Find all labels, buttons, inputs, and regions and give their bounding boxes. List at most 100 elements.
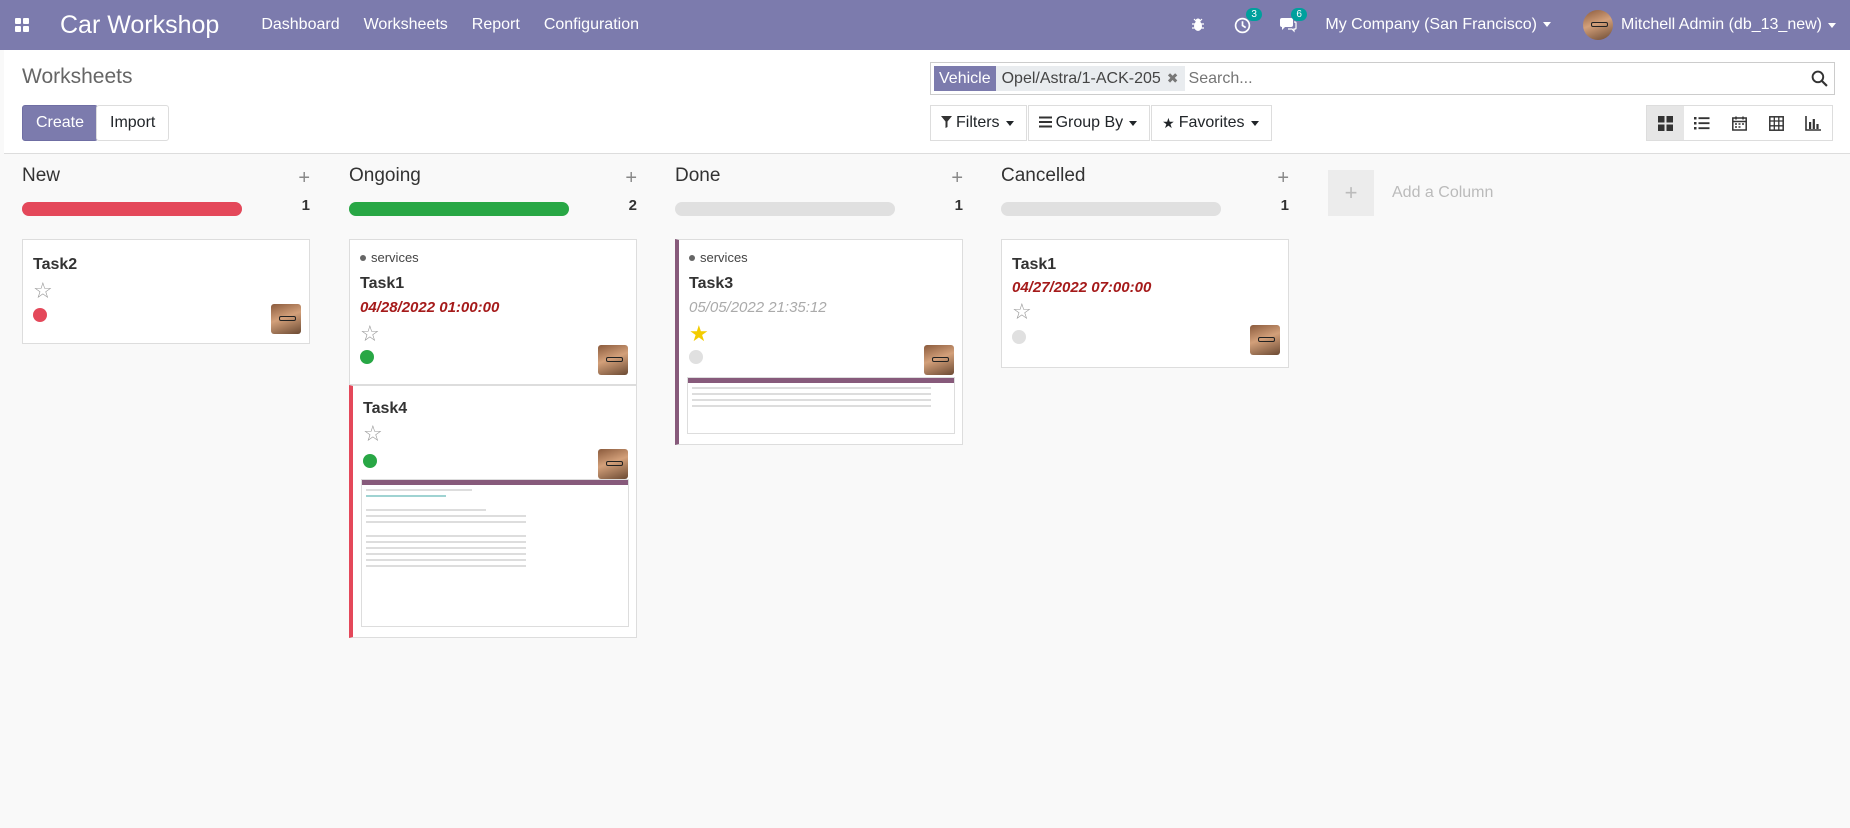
column-progress-bar[interactable] [22, 202, 242, 216]
add-column: + Add a Column [1328, 170, 1493, 216]
kanban-card[interactable]: Task2 ☆ [22, 239, 310, 344]
bug-icon[interactable] [1190, 17, 1206, 33]
kanban-state-icon[interactable] [1012, 330, 1026, 344]
kanban-state-icon[interactable] [363, 454, 377, 468]
search-facet: Vehicle Opel/Astra/1-ACK-205 ✖ [934, 66, 1185, 91]
column-progress-bar[interactable] [675, 202, 895, 216]
column-title[interactable]: Done [675, 165, 720, 187]
card-title: Task1 [360, 275, 405, 292]
remove-facet-icon[interactable]: ✖ [1167, 70, 1179, 87]
add-column-plus-icon[interactable]: + [1328, 170, 1374, 216]
column-header: Ongoing + [349, 165, 637, 189]
kanban-board: New + 1 Task2 ☆ Ongoing + 2 services Tas… [4, 155, 1850, 828]
card-tag: services [360, 250, 419, 265]
breadcrumb: Worksheets [22, 65, 133, 88]
priority-star-icon[interactable]: ☆ [363, 423, 383, 445]
column-title[interactable]: Ongoing [349, 165, 421, 187]
column-title[interactable]: Cancelled [1001, 165, 1086, 187]
kanban-card[interactable]: services Task1 04/28/2022 01:00:00 ☆ [349, 239, 637, 385]
filters-button[interactable]: Filters [930, 105, 1027, 141]
apps-menu-icon[interactable] [0, 0, 44, 50]
kanban-state-icon[interactable] [33, 308, 47, 322]
priority-star-icon[interactable]: ☆ [1012, 301, 1032, 323]
priority-star-icon[interactable]: ☆ [360, 323, 380, 345]
assignee-avatar [598, 345, 628, 375]
create-button[interactable]: Create [22, 105, 99, 141]
user-name: Mitchell Admin (db_13_new) [1621, 16, 1822, 33]
card-title: Task4 [363, 400, 408, 417]
chevron-down-icon [1129, 120, 1138, 126]
company-switcher[interactable]: My Company (San Francisco) [1325, 16, 1551, 34]
column-header: Cancelled + [1001, 165, 1289, 189]
card-deadline: 05/05/2022 21:35:12 [689, 299, 827, 316]
card-deadline: 04/27/2022 07:00:00 [1012, 279, 1152, 296]
groupby-label: Group By [1055, 114, 1124, 131]
menu-report[interactable]: Report [472, 16, 520, 34]
assignee-avatar [1250, 325, 1280, 355]
column-progress-bar[interactable] [1001, 202, 1221, 216]
column-title[interactable]: New [22, 165, 60, 187]
search-icon[interactable] [1804, 64, 1834, 94]
kanban-state-icon[interactable] [689, 350, 703, 364]
kanban-state-icon[interactable] [360, 350, 374, 364]
chevron-down-icon [1828, 22, 1836, 28]
view-switcher [1646, 105, 1833, 141]
user-menu[interactable]: Mitchell Admin (db_13_new) [1583, 10, 1836, 40]
activity-clock-icon[interactable]: 3 [1234, 7, 1262, 34]
assignee-avatar [271, 304, 301, 334]
favorites-button[interactable]: ★ Favorites [1151, 105, 1272, 141]
column-count: 1 [1280, 197, 1289, 214]
filter-icon [941, 115, 952, 131]
card-title: Task2 [33, 256, 78, 273]
graph-view-icon[interactable] [1795, 106, 1832, 140]
user-avatar [1583, 10, 1613, 40]
kanban-card[interactable]: services Task3 05/05/2022 21:35:12 ★ [675, 239, 963, 445]
menu-worksheets[interactable]: Worksheets [364, 16, 448, 34]
card-cover-image [361, 479, 629, 627]
column-count: 2 [628, 197, 637, 214]
column-progress-bar[interactable] [349, 202, 569, 216]
assignee-avatar [924, 345, 954, 375]
column-count: 1 [954, 197, 963, 214]
kanban-card[interactable]: Task4 ☆ [349, 385, 637, 638]
priority-star-icon[interactable]: ★ [689, 323, 709, 345]
filters-label: Filters [956, 114, 1000, 131]
messages-icon[interactable]: 6 [1279, 8, 1307, 33]
card-tag-label: services [371, 250, 419, 265]
priority-star-icon[interactable]: ☆ [33, 280, 53, 302]
facet-category: Vehicle [934, 66, 996, 91]
app-title[interactable]: Car Workshop [60, 11, 219, 40]
groupby-button[interactable]: Group By [1027, 105, 1151, 141]
list-view-icon[interactable] [1684, 106, 1721, 140]
import-button[interactable]: Import [96, 105, 170, 141]
card-tag: services [689, 250, 748, 265]
chevron-down-icon [1005, 120, 1014, 126]
card-title: Task3 [689, 275, 734, 292]
assignee-avatar [598, 449, 628, 479]
kanban-card[interactable]: Task1 04/27/2022 07:00:00 ☆ [1001, 239, 1289, 368]
favorites-label: Favorites [1178, 114, 1245, 131]
card-title: Task1 [1012, 256, 1057, 273]
quick-create-icon[interactable]: + [625, 167, 637, 190]
facet-value-text: Opel/Astra/1-ACK-205 [1001, 69, 1161, 87]
card-cover-image [687, 377, 955, 434]
navbar-systray: 3 6 My Company (San Francisco) Mitchell … [1190, 0, 1850, 50]
column-header: Done + [675, 165, 963, 189]
kanban-view-icon[interactable] [1647, 106, 1684, 140]
search-input[interactable] [1188, 69, 1804, 88]
quick-create-icon[interactable]: + [298, 167, 310, 190]
pivot-view-icon[interactable] [1758, 106, 1795, 140]
quick-create-icon[interactable]: + [1277, 167, 1289, 190]
add-column-label[interactable]: Add a Column [1392, 184, 1493, 202]
activity-count-badge: 3 [1246, 7, 1262, 21]
quick-create-icon[interactable]: + [951, 167, 963, 190]
facet-value: Opel/Astra/1-ACK-205 ✖ [995, 66, 1185, 91]
calendar-view-icon[interactable] [1721, 106, 1758, 140]
company-name: My Company (San Francisco) [1325, 16, 1537, 33]
search-bar: Vehicle Opel/Astra/1-ACK-205 ✖ [930, 62, 1835, 95]
chevron-down-icon [1250, 120, 1259, 126]
search-options: Filters Group By ★ Favorites [930, 105, 1273, 141]
menu-configuration[interactable]: Configuration [544, 16, 639, 34]
messages-count-badge: 6 [1291, 8, 1307, 21]
menu-dashboard[interactable]: Dashboard [261, 16, 339, 34]
